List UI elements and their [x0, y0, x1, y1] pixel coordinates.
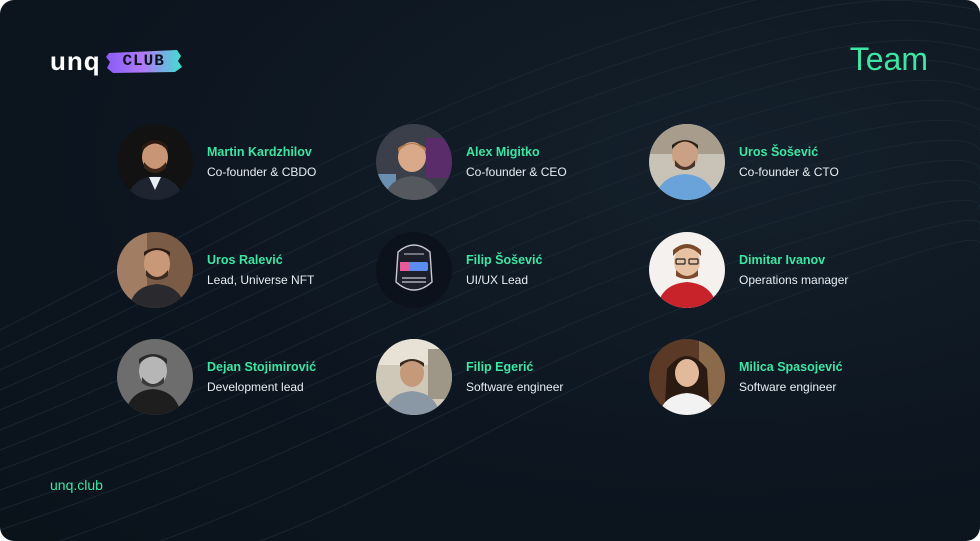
team-slide: unq CLUB Team Martin Kardzhilov Co-found…: [0, 0, 980, 541]
illustrated-avatar: [376, 232, 452, 308]
member-role: Software engineer: [739, 380, 837, 394]
member-name: Filip Egerić: [466, 360, 534, 374]
avatar: [649, 124, 725, 200]
illustrated-avatar: [649, 232, 725, 308]
website-link[interactable]: unq.club: [50, 477, 103, 493]
avatar: [376, 232, 452, 308]
portrait-image: [376, 124, 452, 200]
member-role: Co-founder & CEO: [466, 165, 567, 179]
member-role: Co-founder & CBDO: [207, 165, 317, 179]
member-name: Uros Ralević: [207, 253, 283, 267]
avatar: [376, 339, 452, 415]
logo-badge-text: CLUB: [122, 52, 165, 70]
member-role: UI/UX Lead: [466, 273, 529, 287]
member-name: Filip Šošević: [466, 253, 543, 267]
member-name: Dejan Stojimirović: [207, 360, 317, 374]
avatar: [376, 124, 452, 200]
team-member-card: Dimitar Ivanov Operations manager: [649, 232, 909, 310]
team-member-card: Dejan Stojimirović Development lead: [117, 339, 377, 417]
portrait-image: [117, 339, 193, 415]
team-member-card: Alex Migitko Co-founder & CEO: [376, 124, 636, 202]
avatar: [649, 232, 725, 308]
avatar: [117, 124, 193, 200]
portrait-image: [117, 124, 193, 200]
member-role: Development lead: [207, 380, 304, 394]
team-member-card: Filip Egerić Software engineer: [376, 339, 636, 417]
member-name: Alex Migitko: [466, 145, 540, 159]
portrait-image: [649, 124, 725, 200]
portrait-image: [649, 339, 725, 415]
member-name: Martin Kardzhilov: [207, 145, 312, 159]
avatar: [117, 232, 193, 308]
page-title: Team: [849, 41, 928, 77]
logo-club-badge: CLUB: [105, 48, 183, 74]
member-role: Software engineer: [466, 380, 564, 394]
member-name: Dimitar Ivanov: [739, 253, 826, 267]
team-member-card: Filip Šošević UI/UX Lead: [376, 232, 636, 310]
team-member-card: Martin Kardzhilov Co-founder & CBDO: [117, 124, 377, 202]
portrait-image: [376, 339, 452, 415]
member-role: Lead, Universe NFT: [207, 273, 315, 287]
portrait-image: [117, 232, 193, 308]
member-role: Operations manager: [739, 273, 849, 287]
team-member-card: Milica Spasojević Software engineer: [649, 339, 909, 417]
member-name: Uros Šošević: [739, 145, 819, 159]
unq-club-logo: unq CLUB: [50, 44, 183, 78]
member-name: Milica Spasojević: [739, 360, 843, 374]
team-member-card: Uros Ralević Lead, Universe NFT: [117, 232, 377, 310]
avatar: [117, 339, 193, 415]
team-member-card: Uros Šošević Co-founder & CTO: [649, 124, 909, 202]
avatar: [649, 339, 725, 415]
logo-wordmark: unq: [50, 46, 101, 76]
member-role: Co-founder & CTO: [739, 165, 839, 179]
